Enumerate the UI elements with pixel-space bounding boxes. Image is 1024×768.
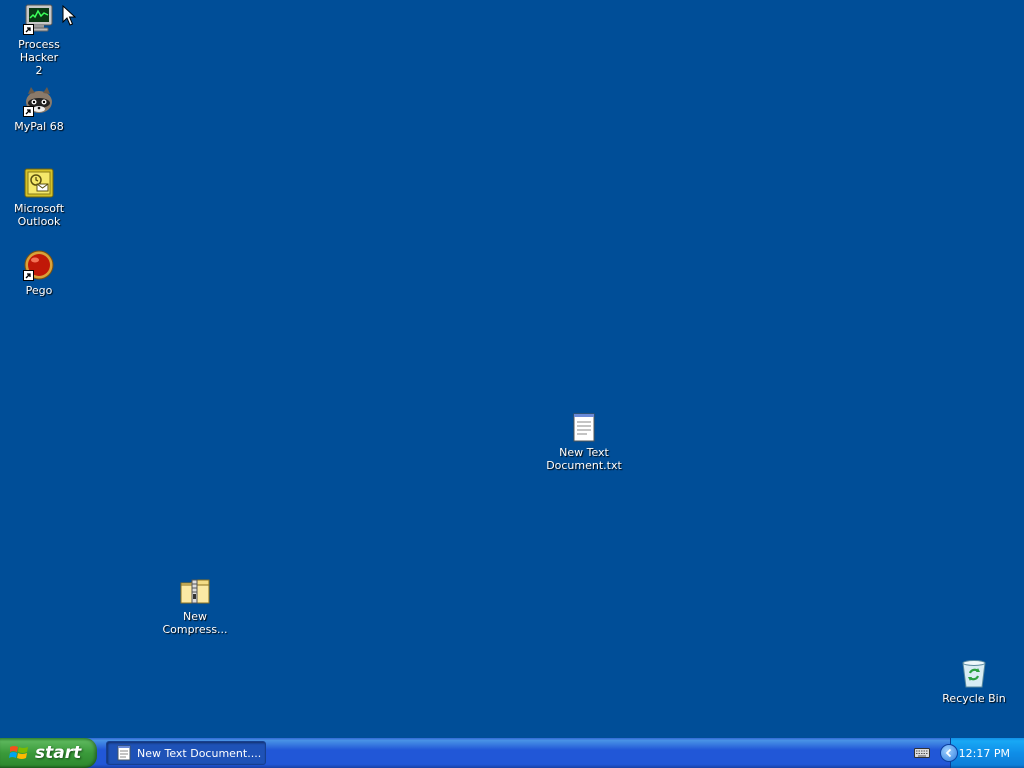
text-document-icon [568,411,600,443]
pego-icon [23,249,55,281]
desktop-icon-label: MyPal 68 [14,120,64,133]
notification-area: 12:17 PM [950,738,1024,768]
windows-logo-icon [9,746,28,759]
desktop-icon-label: New Text Document.txt [546,446,622,472]
tray-expand-icon[interactable] [940,744,958,762]
desktop-icon-compressed-folder[interactable]: New Compress... [156,575,234,636]
desktop-icon-label: Process Hacker 2 [18,38,60,77]
outlook-icon [23,167,55,199]
taskbar-button-text-document[interactable]: New Text Document.... [106,741,266,765]
taskbar-button-label: New Text Document.... [137,746,262,760]
zip-folder-icon [179,575,211,607]
desktop-icon-recycle-bin[interactable]: Recycle Bin [935,657,1013,705]
keyboard-icon[interactable] [914,747,930,759]
desktop-icon-text-document[interactable]: New Text Document.txt [545,411,623,472]
mypal-raccoon-icon [23,85,55,117]
taskbar: start New Text Document.... 12:17 PM [0,738,1024,768]
notepad-icon [117,745,131,761]
desktop-icon-label: Pego [25,284,53,297]
start-button[interactable]: start [0,738,97,768]
mouse-pointer-icon [62,5,76,26]
start-label: start [35,743,82,763]
shortcut-arrow-icon [23,24,34,35]
desktop-icon-outlook[interactable]: Microsoft Outlook [0,167,78,228]
desktop-icon-label: Microsoft Outlook [13,202,65,228]
clock[interactable]: 12:17 PM [959,747,1010,760]
desktop[interactable]: Process Hacker 2 MyPal 68 Microsoft Outl… [0,0,1024,738]
shortcut-arrow-icon [23,106,34,117]
desktop-icon-mypal[interactable]: MyPal 68 [0,85,78,133]
desktop-icon-label: Recycle Bin [942,692,1006,705]
shortcut-arrow-icon [23,270,34,281]
desktop-icon-label: New Compress... [162,610,228,636]
process-hacker-icon [23,3,55,35]
desktop-icon-pego[interactable]: Pego [0,249,78,297]
recycle-bin-icon [958,657,990,689]
